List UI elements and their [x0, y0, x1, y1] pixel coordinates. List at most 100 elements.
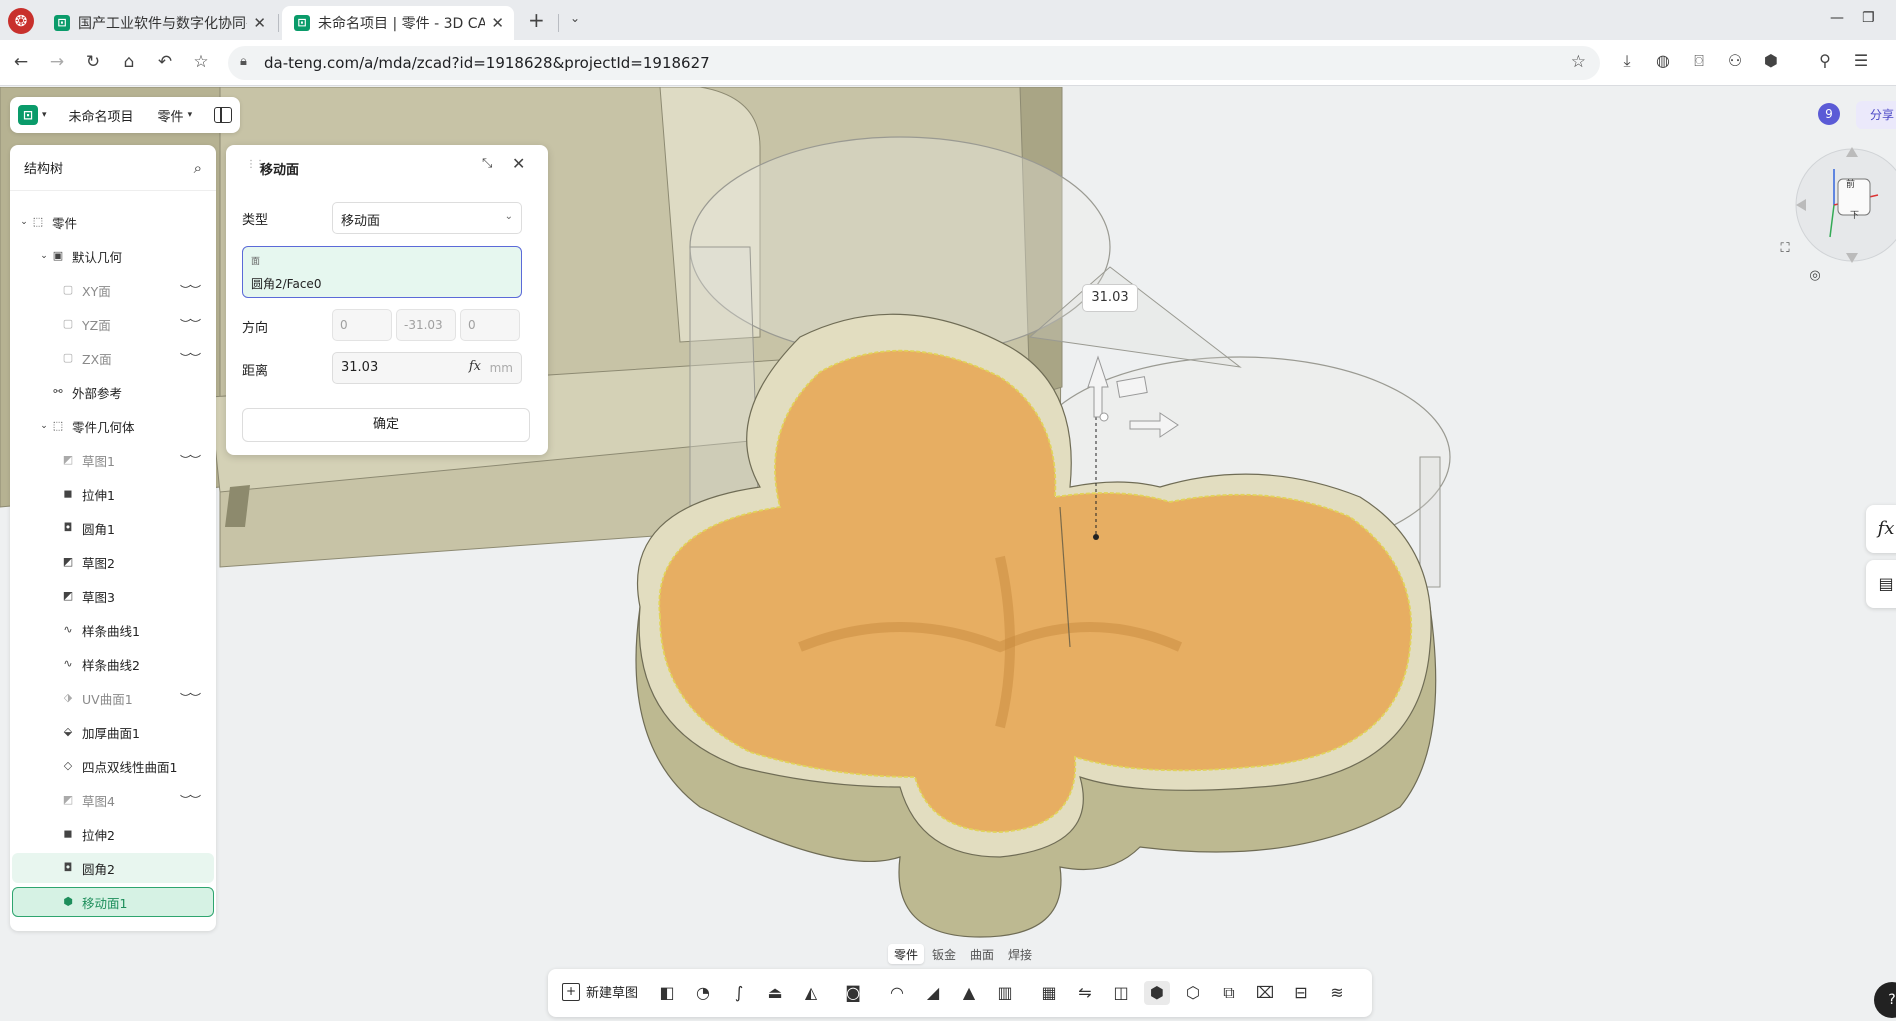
tab-list-chevron-icon[interactable]: ⌄ — [570, 11, 580, 25]
tree-item-sketch4[interactable]: ◩ 草图4 ︶︶ — [12, 785, 214, 815]
chevron-down-icon[interactable]: ⌄ — [38, 251, 50, 261]
settings-sliders-icon[interactable]: ☰ — [1850, 51, 1872, 70]
tree-item-fillet1[interactable]: ◘ 圆角1 — [12, 513, 214, 543]
viewcube-bottom-label[interactable]: 下 — [1850, 208, 1859, 221]
fit-view-icon[interactable]: ⛶ — [1774, 238, 1796, 260]
pattern-icon[interactable]: ▦ — [1036, 981, 1062, 1005]
minimize-icon[interactable]: — — [1830, 10, 1844, 26]
undo-close-icon[interactable]: ↶ — [154, 52, 176, 72]
direction-y-input[interactable]: -31.03 — [396, 309, 456, 341]
bookmark-star-icon[interactable]: ☆ — [190, 52, 212, 72]
chevron-down-icon[interactable]: ▾ — [42, 110, 47, 120]
reload-icon[interactable]: ↻ — [82, 52, 104, 72]
split-body-icon[interactable]: ⊟ — [1288, 981, 1314, 1005]
restore-icon[interactable]: ❐ — [1862, 10, 1875, 26]
extensions-icon[interactable]: ⚇ — [1724, 51, 1746, 70]
distance-input[interactable]: 31.03 fx mm — [332, 352, 522, 384]
tree-item-extrude1[interactable]: ◼ 拉伸1 — [12, 479, 214, 509]
render-mode-icon[interactable]: ◎ — [1804, 265, 1826, 287]
home-icon[interactable]: ⌂ — [118, 52, 140, 72]
hidden-eye-icon[interactable]: ︶︶ — [180, 282, 201, 298]
rib-icon[interactable]: ◭ — [798, 981, 824, 1005]
boolean-icon[interactable]: ◫ — [1108, 981, 1134, 1005]
tab-surface[interactable]: 曲面 — [964, 944, 1000, 964]
distance-dimension-label[interactable]: 31.03 — [1082, 284, 1138, 312]
bookmark-page-star-icon[interactable]: ☆ — [1571, 52, 1586, 72]
shell-icon[interactable]: ▥ — [992, 981, 1018, 1005]
browser-tab-cad[interactable]: ⊡ 未命名项目 | 零件 - 3D CAD ✕ — [282, 6, 514, 40]
tree-item-fillet2[interactable]: ◘ 圆角2 — [12, 853, 214, 883]
sweep-icon[interactable]: ∫ — [726, 981, 752, 1005]
globe-icon[interactable]: ◍ — [1652, 51, 1674, 70]
hidden-eye-icon[interactable]: ︶︶ — [180, 690, 201, 706]
tree-item-extrude2[interactable]: ◼ 拉伸2 — [12, 819, 214, 849]
tree-item-sketch1[interactable]: ◩ 草图1 ︶︶ — [12, 445, 214, 475]
tab-close-icon[interactable]: ✕ — [253, 14, 266, 32]
revolve-icon[interactable]: ◔ — [690, 981, 716, 1005]
collapse-arrows-icon[interactable]: ⤡ — [482, 156, 492, 171]
tree-item-thicken1[interactable]: ⬙ 加厚曲面1 — [12, 717, 214, 747]
face-selection-field[interactable]: 面 圆角2/Face0 — [242, 246, 522, 298]
table-panel-icon[interactable]: ▤ — [1866, 560, 1896, 608]
camera-icon[interactable]: ⌼ — [1688, 51, 1710, 71]
tree-item-default-geometry[interactable]: ⌄ ▣ 默认几何 — [12, 241, 214, 271]
back-arrow-icon[interactable]: ← — [10, 52, 32, 72]
panel-toggle-icon[interactable] — [214, 107, 233, 123]
app-logo-icon[interactable]: ⊡ — [18, 105, 38, 125]
tree-item-sketch3[interactable]: ◩ 草图3 — [12, 581, 214, 611]
tree-item-yz-plane[interactable]: ▢ YZ面 ︶︶ — [12, 309, 214, 339]
tree-item-external-reference[interactable]: ⚯ 外部参考 — [12, 377, 214, 407]
hidden-eye-icon[interactable]: ︶︶ — [180, 316, 201, 332]
chevron-down-icon[interactable]: ▾ — [188, 110, 193, 120]
loft-icon[interactable]: ⏏ — [762, 981, 788, 1005]
new-tab-button[interactable]: + — [528, 8, 545, 32]
notification-badge[interactable]: 9 — [1818, 103, 1840, 125]
hidden-eye-icon[interactable]: ︶︶ — [180, 452, 201, 468]
tree-item-sketch2[interactable]: ◩ 草图2 — [12, 547, 214, 577]
share-button[interactable]: 分享 — [1856, 101, 1896, 129]
ai-assistant-icon[interactable]: ⬢ — [1760, 51, 1782, 70]
tab-weld[interactable]: 焊接 — [1002, 944, 1038, 964]
tree-item-spline1[interactable]: ∿ 样条曲线1 — [12, 615, 214, 645]
thread-icon[interactable]: ≋ — [1324, 981, 1350, 1005]
chevron-down-icon[interactable]: ⌄ — [38, 421, 50, 431]
close-icon[interactable]: ✕ — [512, 154, 525, 173]
tree-item-move-face1[interactable]: ⬢ 移动面1 — [12, 887, 214, 917]
tab-sheet-metal[interactable]: 钣金 — [926, 944, 962, 964]
confirm-button[interactable]: 确定 — [242, 408, 530, 442]
url-field[interactable]: 🔒︎ da-teng.com/a/mda/zcad?id=1918628&pro… — [228, 46, 1600, 80]
tree-item-bilinear-surface1[interactable]: ◇ 四点双线性曲面1 — [12, 751, 214, 781]
tree-item-part[interactable]: ⌄ ⬚ 零件 — [12, 207, 214, 237]
tree-item-uv-surface1[interactable]: ⬗ UV曲面1 ︶︶ — [12, 683, 214, 713]
replace-face-icon[interactable]: ⧉ — [1216, 981, 1242, 1005]
formula-panel-button[interactable]: fx — [1866, 505, 1896, 553]
part-menu[interactable]: 零件 — [158, 106, 184, 125]
type-select[interactable]: 移动面 ⌄ — [332, 202, 522, 234]
offset-face-icon[interactable]: ⬡ — [1180, 981, 1206, 1005]
mirror-icon[interactable]: ⇋ — [1072, 981, 1098, 1005]
project-name[interactable]: 未命名项目 — [69, 106, 134, 125]
hidden-eye-icon[interactable]: ︶︶ — [180, 792, 201, 808]
hole-icon[interactable]: ◙ — [840, 981, 866, 1005]
profile-icon[interactable]: ⚲ — [1814, 51, 1836, 70]
direction-x-input[interactable]: 0 — [332, 309, 392, 341]
draft-icon[interactable]: ▲ — [956, 981, 982, 1005]
extrude-icon[interactable]: ◧ — [654, 981, 680, 1005]
delete-face-icon[interactable]: ⌧ — [1252, 981, 1278, 1005]
download-icon[interactable]: ⤓ — [1616, 51, 1638, 71]
chevron-down-icon[interactable]: ⌄ — [18, 217, 30, 227]
forward-arrow-icon[interactable]: → — [46, 52, 68, 72]
tree-item-xy-plane[interactable]: ▢ XY面 ︶︶ — [12, 275, 214, 305]
formula-fx-icon[interactable]: fx — [469, 359, 481, 374]
viewcube-front-label[interactable]: 前 — [1846, 177, 1855, 190]
fillet-icon[interactable]: ◠ — [884, 981, 910, 1005]
tree-item-part-body[interactable]: ⌄ ⬚ 零件几何体 — [12, 411, 214, 441]
hidden-eye-icon[interactable]: ︶︶ — [180, 350, 201, 366]
tab-close-icon[interactable]: ✕ — [491, 14, 504, 32]
direction-z-input[interactable]: 0 — [460, 309, 520, 341]
browser-tab-home[interactable]: ⊡ 国产工业软件与数字化协同平 ✕ — [42, 6, 276, 40]
chamfer-icon[interactable]: ◢ — [920, 981, 946, 1005]
tab-part[interactable]: 零件 — [888, 944, 925, 964]
tree-item-spline2[interactable]: ∿ 样条曲线2 — [12, 649, 214, 679]
new-sketch-button[interactable]: + 新建草图 — [562, 982, 638, 1001]
